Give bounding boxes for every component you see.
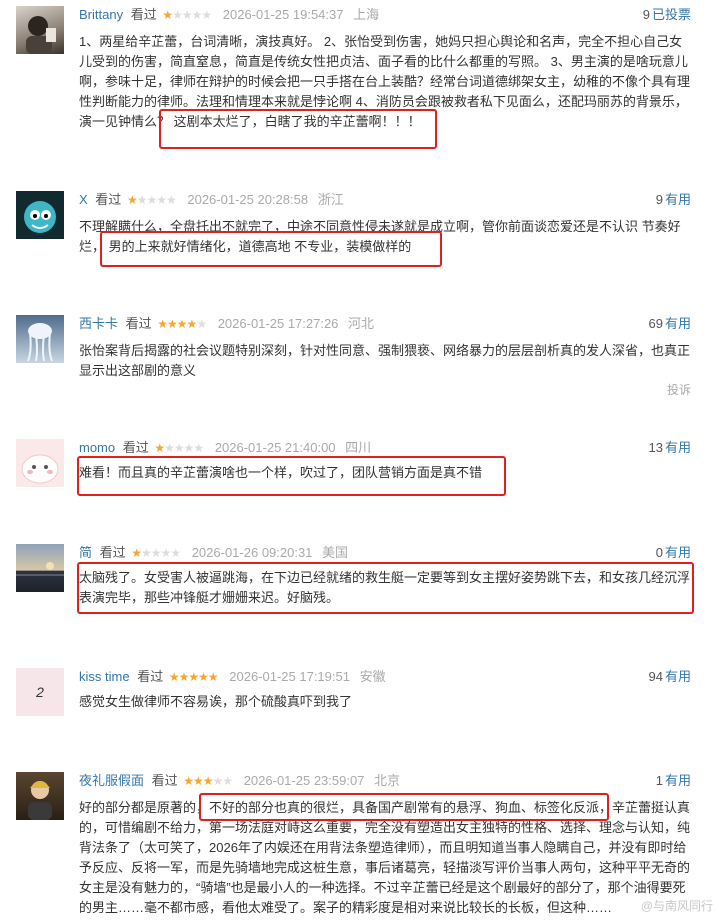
vote-count: 94 <box>648 669 663 684</box>
person-avatar-icon <box>28 781 52 820</box>
jellyfish-avatar-icon <box>27 323 53 362</box>
avatar[interactable] <box>16 191 64 239</box>
vote-button[interactable]: 0 有用 <box>656 544 691 562</box>
highlight-box <box>77 456 506 496</box>
vote-count: 1 <box>655 773 663 788</box>
rating-stars: ★★★★★ <box>157 317 207 331</box>
review-time: 2026-01-25 17:19:51 <box>229 669 350 684</box>
review-location: 四川 <box>345 440 372 455</box>
vote-label: 有用 <box>664 440 691 455</box>
review-text: 张怡案背后揭露的社会议题特别深刻，针对性同意、强制猥亵、网络暴力的层层剖析真的发… <box>79 341 691 381</box>
watched-status: 看过 <box>122 440 149 455</box>
vote-label: 有用 <box>664 192 691 207</box>
vote-count: 69 <box>648 316 663 331</box>
watched-status: 看过 <box>151 773 178 788</box>
avatar[interactable]: 2 <box>16 668 64 716</box>
review-header: momo 看过 ★★★★★ 2026-01-25 21:40:00 四川 13 有… <box>79 439 691 457</box>
watched-status: 看过 <box>95 192 122 207</box>
review-time: 2026-01-25 21:40:00 <box>214 440 336 455</box>
report-link[interactable]: 投诉 <box>667 381 691 398</box>
review-time: 2026-01-25 23:59:07 <box>243 773 365 788</box>
vote-label: 已投票 <box>651 7 691 22</box>
rating-stars: ★★★★★ <box>162 8 212 22</box>
vote-button[interactable]: 69 有用 <box>649 315 691 333</box>
username[interactable]: 夜礼服假面 <box>79 773 144 788</box>
highlight-box <box>199 793 609 821</box>
highlight-box <box>159 109 437 149</box>
monster-avatar-icon <box>24 201 56 233</box>
review-location: 浙江 <box>317 192 344 207</box>
review-time: 2026-01-26 09:20:31 <box>191 545 313 560</box>
review-header: kiss time 看过 ★★★★★ 2026-01-25 17:19:51 安… <box>79 668 691 686</box>
review-location: 安徽 <box>359 669 386 684</box>
username[interactable]: kiss time <box>79 669 130 684</box>
vote-count: 9 <box>655 192 663 207</box>
highlight-box <box>100 231 442 267</box>
vote-button[interactable]: 9 有用 <box>656 191 691 209</box>
vote-count: 9 <box>642 7 650 22</box>
review-header: Brittany 看过 ★★★★★ 2026-01-25 19:54:37 上海… <box>79 6 691 24</box>
cute-blob-avatar-icon <box>21 454 59 484</box>
review-time: 2026-01-25 19:54:37 <box>222 7 344 22</box>
rating-stars: ★★★★★ <box>168 670 219 684</box>
vote-label: 有用 <box>664 316 691 331</box>
review-text: 感觉女生做律师不容易诶，那个硫酸真吓到我了 <box>79 692 691 712</box>
username[interactable]: momo <box>79 440 115 455</box>
review-text-plain: 张怡案背后揭露的社会议题特别深刻，针对性同意、强制猥亵、网络暴力的层层剖析真的发… <box>79 343 691 378</box>
watched-status: 看过 <box>99 545 126 560</box>
review-text-plain: 好的部分都是原著的， <box>79 800 210 815</box>
review-header: X 看过 ★★★★★ 2026-01-25 20:28:58 浙江 9 有用 <box>79 191 691 209</box>
username[interactable]: Brittany <box>79 7 123 22</box>
vote-label: 有用 <box>664 545 691 560</box>
username[interactable]: 西卡卡 <box>79 316 118 331</box>
rating-stars: ★★★★★ <box>131 546 181 560</box>
watched-status: 看过 <box>130 7 157 22</box>
review-location: 美国 <box>322 545 349 560</box>
review-header: 西卡卡 看过 ★★★★★ 2026-01-25 17:27:26 河北 69 有用 <box>79 315 691 333</box>
username[interactable]: X <box>79 192 88 207</box>
avatar-text: 2 <box>36 684 44 700</box>
watched-status: 看过 <box>137 669 164 684</box>
vote-label: 有用 <box>664 669 691 684</box>
review-header: 夜礼服假面 看过 ★★★★★ 2026-01-25 23:59:07 北京 1有… <box>79 772 691 790</box>
username[interactable]: 简 <box>79 545 92 560</box>
vote-button[interactable]: 13 有用 <box>649 439 691 457</box>
vote-button[interactable]: 1 有用 <box>656 772 691 790</box>
review-location: 上海 <box>353 7 380 22</box>
vote-count: 0 <box>655 545 663 560</box>
rating-stars: ★★★★★ <box>183 774 233 788</box>
rating-stars: ★★★★★ <box>126 193 177 207</box>
rating-stars: ★★★★★ <box>154 441 204 455</box>
avatar[interactable] <box>16 439 64 487</box>
avatar[interactable] <box>16 544 64 592</box>
user-photo-icon <box>26 16 56 54</box>
highlight-box <box>77 562 694 614</box>
vote-button[interactable]: 94 有用 <box>649 668 691 686</box>
review-location: 河北 <box>348 316 375 331</box>
watched-status: 看过 <box>125 316 152 331</box>
avatar[interactable] <box>16 772 64 820</box>
review-header: 简 看过 ★★★★★ 2026-01-26 09:20:31 美国 0 有用 <box>79 544 691 562</box>
sunset-avatar-icon <box>16 562 64 576</box>
review-location: 北京 <box>374 773 401 788</box>
avatar[interactable] <box>16 6 64 54</box>
review-text-plain: 感觉女生做律师不容易诶，那个硫酸真吓到我了 <box>79 694 353 709</box>
vote-count: 13 <box>648 440 663 455</box>
review-time: 2026-01-25 17:27:26 <box>217 316 339 331</box>
vote-label: 有用 <box>664 773 691 788</box>
vote-button[interactable]: 9 已投票 <box>643 6 691 24</box>
review-time: 2026-01-25 20:28:58 <box>187 192 309 207</box>
avatar[interactable] <box>16 315 64 363</box>
watermark: @与南风同行 <box>640 899 713 913</box>
